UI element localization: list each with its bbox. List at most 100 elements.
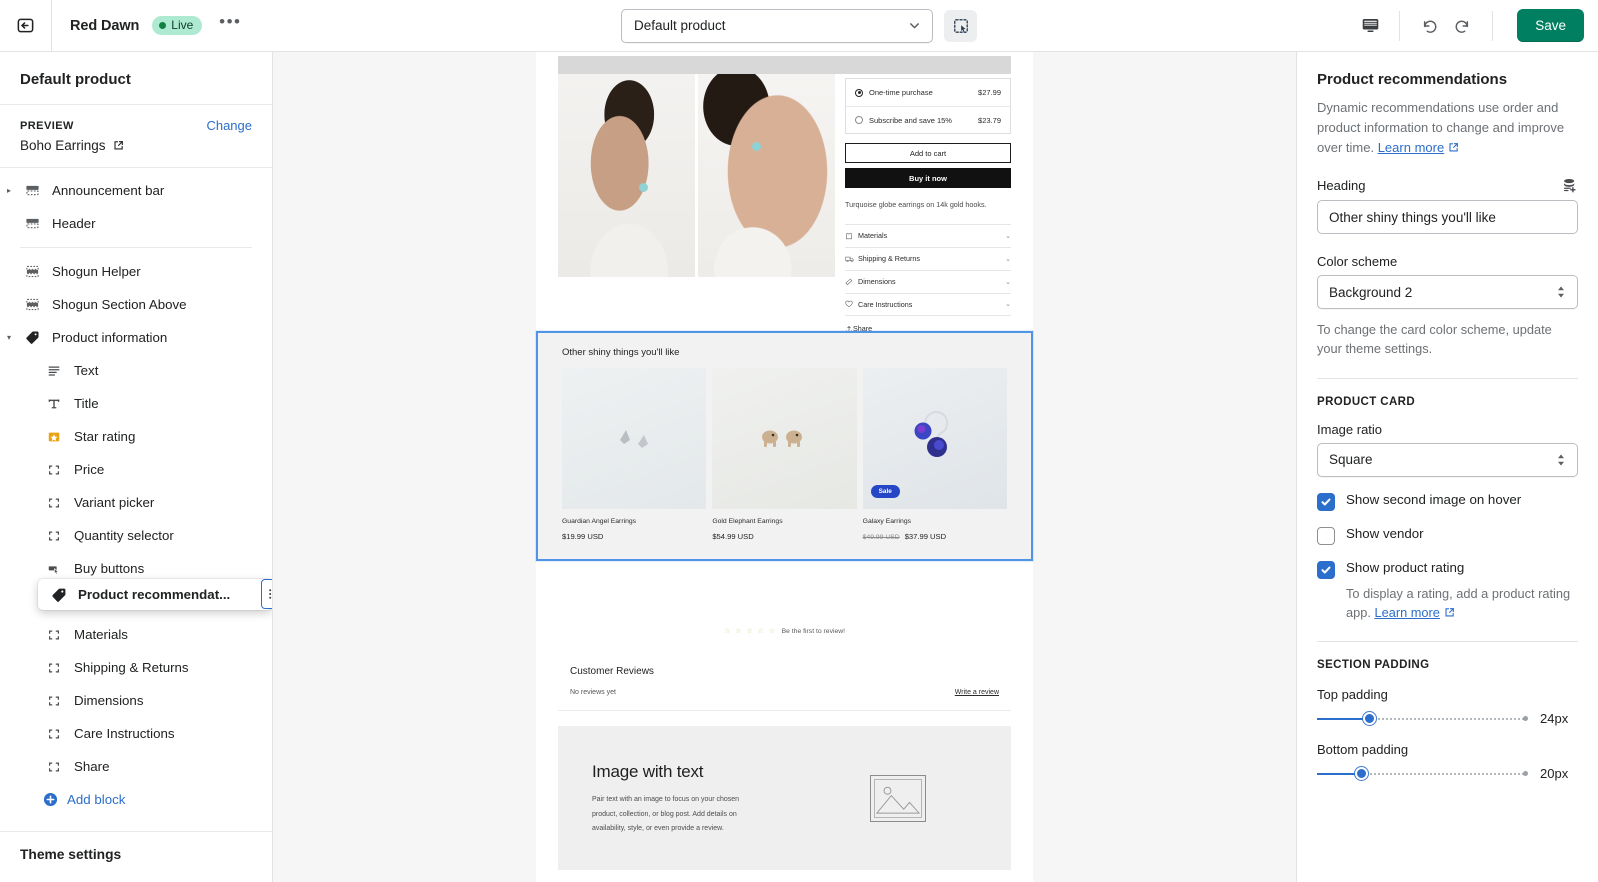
purchase-options: One-time purchase $27.99 Subscribe and s… bbox=[845, 78, 1011, 134]
product-photo-2[interactable] bbox=[698, 74, 835, 277]
product-card-image[interactable] bbox=[712, 368, 857, 509]
add-to-cart-button[interactable]: Add to cart bbox=[845, 143, 1011, 163]
page-selector[interactable]: Default product bbox=[621, 8, 933, 43]
product-card-image[interactable]: Sale bbox=[862, 368, 1007, 509]
dynamic-source-icon[interactable] bbox=[1561, 177, 1578, 194]
dragging-block-card[interactable]: Product recommendat... bbox=[38, 579, 272, 610]
sidebar-item-product-information[interactable]: ▾ Product information bbox=[0, 321, 272, 354]
toolbar-divider bbox=[1399, 10, 1401, 41]
sidebar-block-shipping-returns[interactable]: Shipping & Returns bbox=[0, 651, 272, 684]
image-ratio-select[interactable]: Square bbox=[1317, 442, 1578, 477]
color-scheme-select[interactable]: Background 2 bbox=[1317, 275, 1578, 310]
back-button[interactable] bbox=[0, 0, 52, 51]
product-card-image[interactable] bbox=[562, 368, 707, 509]
purchase-option-price: $27.99 bbox=[978, 88, 1001, 97]
drag-handle-icon[interactable] bbox=[261, 579, 272, 609]
sidebar-block-price[interactable]: Price bbox=[0, 453, 272, 486]
element-select-icon bbox=[953, 18, 969, 34]
top-padding-row: 24px bbox=[1317, 711, 1578, 726]
product-photo-1[interactable] bbox=[558, 74, 695, 277]
sidebar-block-care-instructions[interactable]: Care Instructions bbox=[0, 717, 272, 750]
theme-settings-footer[interactable]: Theme settings bbox=[0, 831, 272, 882]
rating-learn-more-link[interactable]: Learn more bbox=[1374, 603, 1454, 622]
sidebar-item-header[interactable]: Header bbox=[0, 207, 272, 240]
sidebar-item-shogun-helper[interactable]: Shogun Helper bbox=[0, 255, 272, 288]
accordion-dimensions[interactable]: Dimensions ⌄ bbox=[845, 269, 1011, 293]
radio-selected-icon[interactable] bbox=[855, 88, 863, 97]
sidebar-block-variant-picker[interactable]: Variant picker bbox=[0, 486, 272, 519]
element-select-button[interactable] bbox=[944, 9, 977, 42]
top-padding-slider[interactable] bbox=[1317, 711, 1528, 726]
top-padding-label: Top padding bbox=[1317, 687, 1388, 702]
checkbox-checked-icon[interactable] bbox=[1317, 560, 1335, 579]
sidebar-block-title[interactable]: Title bbox=[0, 387, 272, 420]
radio-unselected-icon[interactable] bbox=[855, 116, 863, 124]
add-block-label: Add block bbox=[67, 792, 126, 807]
redo-button[interactable] bbox=[1446, 9, 1480, 43]
external-link-icon[interactable] bbox=[113, 140, 124, 151]
panel-divider-2 bbox=[1317, 641, 1578, 642]
collapse-caret-icon[interactable]: ▾ bbox=[7, 333, 19, 342]
sidebar-block-quantity-selector[interactable]: Quantity selector bbox=[0, 519, 272, 552]
tag-icon bbox=[21, 330, 43, 345]
image-ratio-label: Image ratio bbox=[1317, 421, 1383, 437]
color-scheme-field: Color scheme Background 2 To change the … bbox=[1317, 254, 1578, 358]
product-card[interactable]: Guardian Angel Earrings $19.99 USD bbox=[562, 368, 707, 541]
top-padding-value: 24px bbox=[1540, 711, 1569, 726]
sidebar-item-label: Announcement bar bbox=[52, 183, 165, 198]
product-rating-row: ☆ ☆ ☆ ☆ ☆ Be the first to review! bbox=[536, 627, 1033, 636]
checkbox-label: Show product rating bbox=[1346, 559, 1465, 575]
block-icon bbox=[43, 661, 65, 675]
back-arrow-icon bbox=[16, 16, 35, 35]
device-preview-button[interactable] bbox=[1353, 9, 1387, 43]
theme-settings-label: Theme settings bbox=[20, 847, 122, 862]
sidebar-block-dimensions[interactable]: Dimensions bbox=[0, 684, 272, 717]
undo-button[interactable] bbox=[1412, 9, 1446, 43]
sidebar-block-share[interactable]: Share bbox=[0, 750, 272, 783]
checkbox-unchecked-icon[interactable] bbox=[1317, 526, 1335, 545]
image-with-text-title: Image with text bbox=[592, 762, 704, 781]
sidebar-block-materials[interactable]: Materials bbox=[0, 618, 272, 651]
checkbox-checked-icon[interactable] bbox=[1317, 492, 1335, 511]
heading-label-row: Heading bbox=[1317, 177, 1578, 194]
change-preview-link[interactable]: Change bbox=[206, 118, 252, 133]
image-ratio-value: Square bbox=[1329, 452, 1373, 468]
rating-prompt[interactable]: Be the first to review! bbox=[782, 628, 845, 635]
checkbox-show-product-rating[interactable]: Show product rating bbox=[1317, 560, 1578, 579]
sidebar-block-label: Shipping & Returns bbox=[74, 660, 189, 675]
buy-it-now-button[interactable]: Buy it now bbox=[845, 168, 1011, 188]
editor-body: Default product PREVIEW Change Boho Earr… bbox=[0, 52, 1598, 882]
checkbox-show-vendor[interactable]: Show vendor bbox=[1317, 526, 1578, 545]
product-recommendations-section[interactable]: Other shiny things you'll like Guardian … bbox=[536, 331, 1033, 561]
sidebar-block-star-rating[interactable]: Star rating bbox=[0, 420, 272, 453]
sidebar-item-shogun-section-above[interactable]: Shogun Section Above bbox=[0, 288, 272, 321]
accordion-shipping-returns[interactable]: Shipping & Returns ⌄ bbox=[845, 246, 1011, 270]
shop-name: Red Dawn bbox=[70, 17, 140, 34]
checkbox-show-second-image[interactable]: Show second image on hover bbox=[1317, 492, 1578, 511]
sidebar-item-announcement-bar[interactable]: ▸ Announcement bar bbox=[0, 174, 272, 207]
save-button[interactable]: Save bbox=[1517, 9, 1584, 42]
sidebar-block-text[interactable]: Text bbox=[0, 354, 272, 387]
purchase-option-row[interactable]: One-time purchase $27.99 bbox=[846, 79, 1010, 106]
checkbox-label: Show vendor bbox=[1346, 525, 1424, 541]
purchase-option-row[interactable]: Subscribe and save 15% $23.79 bbox=[846, 106, 1010, 133]
panel-title: Product recommendations bbox=[1317, 71, 1508, 88]
tag-icon bbox=[48, 587, 70, 603]
write-review-link[interactable]: Write a review bbox=[955, 689, 999, 696]
sidebar-block-label: Materials bbox=[74, 627, 128, 642]
image-with-text-section[interactable]: Image with text Pair text with an image … bbox=[558, 726, 1011, 870]
bottom-padding-slider[interactable] bbox=[1317, 766, 1528, 781]
select-arrows-icon bbox=[1556, 453, 1566, 467]
add-block-button[interactable]: Add block bbox=[0, 783, 272, 816]
learn-more-link[interactable]: Learn more bbox=[1378, 138, 1459, 158]
product-card[interactable]: Gold Elephant Earrings $54.99 USD bbox=[712, 368, 857, 541]
heading-input[interactable] bbox=[1317, 200, 1578, 235]
recommendations-grid: Guardian Angel Earrings $19.99 USD Gold … bbox=[562, 368, 1007, 541]
more-actions-button[interactable]: ••• bbox=[216, 12, 244, 40]
product-card[interactable]: Sale Galaxy Earrings $49.99 USD $37.99 US… bbox=[862, 368, 1007, 541]
sidebar-item-label: Product information bbox=[52, 330, 168, 345]
panel-divider bbox=[1317, 377, 1578, 379]
expand-caret-icon[interactable]: ▸ bbox=[7, 186, 19, 195]
accordion-materials[interactable]: Materials ⌄ bbox=[845, 223, 1011, 247]
accordion-care-instructions[interactable]: Care Instructions ⌄ bbox=[845, 292, 1011, 316]
